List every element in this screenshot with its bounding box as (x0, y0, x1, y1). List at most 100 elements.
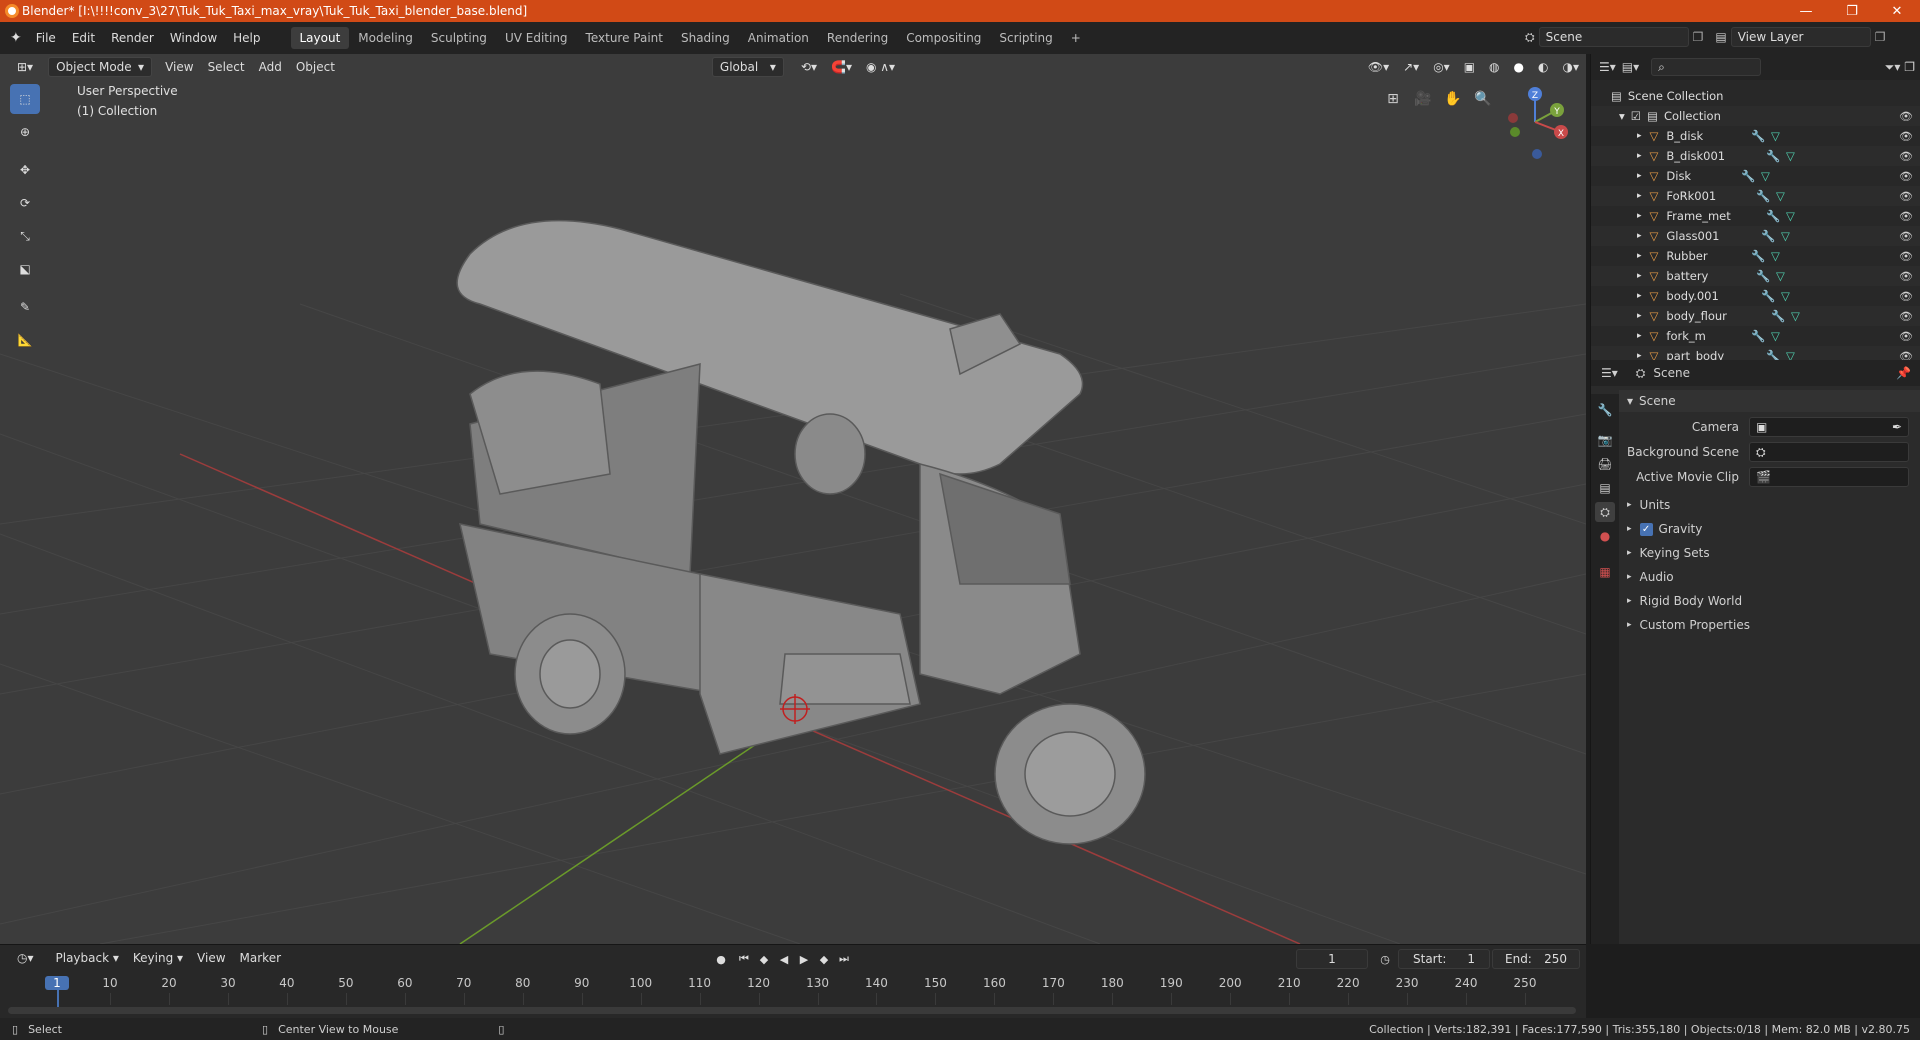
viewport-menu-object[interactable]: Object (289, 57, 342, 77)
mode-selector[interactable]: Object Mode ▾ (48, 57, 153, 77)
new-scene-icon[interactable]: ❐ (1693, 30, 1704, 44)
pin-icon[interactable]: 📌 (1896, 366, 1911, 380)
world-tab-icon[interactable]: ● (1595, 526, 1615, 546)
tab-texture-paint[interactable]: Texture Paint (577, 27, 672, 49)
modifier-wrench-icon[interactable]: 🔧 (1741, 169, 1755, 183)
tool-tab-icon[interactable]: 🔧 (1595, 400, 1615, 420)
eye-icon[interactable]: 👁 (1899, 170, 1913, 183)
select-box-tool-icon[interactable]: ⬚ (10, 84, 40, 114)
new-view-layer-icon[interactable]: ❐ (1875, 30, 1886, 44)
outliner-object-row[interactable]: ▸ ▽ B_disk001 🔧 ▽ 👁 (1591, 146, 1920, 166)
property-section-header[interactable]: ▸ Custom Properties (1619, 614, 1920, 636)
tab-scripting[interactable]: Scripting (990, 27, 1061, 49)
tab-layout[interactable]: Layout (290, 27, 350, 49)
mesh-data-icon[interactable]: ▽ (1781, 289, 1790, 303)
mesh-data-icon[interactable]: ▽ (1771, 129, 1780, 143)
output-tab-icon[interactable]: 🖨 (1595, 454, 1615, 474)
measure-tool-icon[interactable]: 📐 (10, 325, 40, 355)
expand-arrow-icon[interactable]: ▸ (1637, 191, 1642, 201)
modifier-wrench-icon[interactable]: 🔧 (1751, 249, 1765, 263)
outliner-search-input[interactable]: ⌕ (1651, 58, 1762, 76)
tab-rendering[interactable]: Rendering (818, 27, 897, 49)
expand-arrow-icon[interactable]: ▸ (1637, 231, 1642, 241)
scene-selector[interactable]: Scene (1538, 27, 1689, 47)
gizmo-toggle-icon[interactable]: ↗▾ (1396, 57, 1426, 77)
outliner-object-row[interactable]: ▸ ▽ fork_m 🔧 ▽ 👁 (1591, 326, 1920, 346)
rotate-tool-icon[interactable]: ⟳ (10, 188, 40, 218)
snap-icon[interactable]: 🧲▾ (824, 57, 859, 77)
mesh-data-icon[interactable]: ▽ (1771, 249, 1780, 263)
modifier-wrench-icon[interactable]: 🔧 (1771, 309, 1785, 323)
3d-viewport[interactable]: ⊞▾ Object Mode ▾ View Select Add Object G… (0, 54, 1586, 944)
texture-tab-icon[interactable]: ▦ (1595, 562, 1615, 582)
expand-arrow-icon[interactable]: ▸ (1637, 251, 1642, 261)
transform-orientation-dropdown[interactable]: Global ▾ (711, 57, 784, 77)
shading-solid-icon[interactable]: ● (1507, 57, 1531, 77)
visibility-icon[interactable]: 👁▾ (1361, 57, 1396, 77)
pan-view-icon[interactable]: ✋ (1440, 86, 1466, 112)
tab-compositing[interactable]: Compositing (897, 27, 990, 49)
view-layer-selector[interactable]: View Layer (1730, 27, 1871, 47)
eye-icon[interactable]: 👁 (1899, 150, 1913, 163)
mesh-data-icon[interactable]: ▽ (1781, 229, 1790, 243)
modifier-wrench-icon[interactable]: 🔧 (1756, 269, 1770, 283)
outliner-object-row[interactable]: ▸ ▽ B_disk 🔧 ▽ 👁 (1591, 126, 1920, 146)
property-section-header[interactable]: ▸ Rigid Body World (1619, 590, 1920, 612)
editor-type-icon[interactable]: ⊞▾ (10, 57, 40, 77)
property-section-header[interactable]: ▸ ✓ Gravity (1619, 518, 1920, 540)
xray-toggle-icon[interactable]: ▣ (1457, 57, 1482, 77)
active-movie-clip-field[interactable]: 🎬 (1749, 467, 1909, 487)
eye-icon[interactable]: 👁 (1899, 190, 1913, 203)
viewport-menu-view[interactable]: View (158, 57, 200, 77)
tuk-tuk-model[interactable] (456, 219, 1146, 845)
outliner-object-row[interactable]: ▸ ▽ battery 🔧 ▽ 👁 (1591, 266, 1920, 286)
minimize-button[interactable]: — (1783, 0, 1829, 22)
eye-icon[interactable]: 👁 (1899, 230, 1913, 243)
mesh-data-icon[interactable]: ▽ (1776, 189, 1785, 203)
add-workspace-button[interactable]: + (1062, 27, 1090, 49)
view-layer-tab-icon[interactable]: ▤ (1595, 478, 1615, 498)
menu-edit[interactable]: Edit (64, 27, 103, 49)
eye-icon[interactable]: 👁 (1899, 310, 1913, 323)
shading-wireframe-icon[interactable]: ◍ (1482, 57, 1506, 77)
modifier-wrench-icon[interactable]: 🔧 (1751, 129, 1765, 143)
camera-field[interactable]: ▣ ✒ (1749, 417, 1909, 437)
outliner-object-row[interactable]: ▸ ▽ Disk 🔧 ▽ 👁 (1591, 166, 1920, 186)
outliner-scene-collection[interactable]: ▤ Scene Collection (1591, 86, 1920, 106)
outliner-object-row[interactable]: ▸ ▽ Rubber 🔧 ▽ 👁 (1591, 246, 1920, 266)
scene-panel-header[interactable]: ▾ Scene (1619, 390, 1920, 412)
outliner-object-row[interactable]: ▸ ▽ body.001 🔧 ▽ 👁 (1591, 286, 1920, 306)
expand-arrow-icon[interactable]: ▸ (1637, 311, 1642, 321)
property-section-header[interactable]: ▸ Keying Sets (1619, 542, 1920, 564)
shading-rendered-icon[interactable]: ◑▾ (1556, 57, 1587, 77)
navigation-gizmo[interactable]: Z Y X (1495, 82, 1575, 162)
close-window-button[interactable]: ✕ (1874, 0, 1920, 22)
expand-arrow-icon[interactable]: ▸ (1637, 211, 1642, 221)
eye-icon[interactable]: 👁 (1899, 110, 1913, 123)
expand-arrow-icon[interactable]: ▸ (1637, 131, 1642, 141)
playhead[interactable] (57, 989, 59, 1007)
expand-arrow-icon[interactable]: ▸ (1637, 271, 1642, 281)
outliner-object-row[interactable]: ▸ ▽ Glass001 🔧 ▽ 👁 (1591, 226, 1920, 246)
move-tool-icon[interactable]: ✥ (10, 155, 40, 185)
tab-animation[interactable]: Animation (739, 27, 818, 49)
background-scene-field[interactable]: ⛭ (1749, 442, 1909, 462)
expand-arrow-icon[interactable]: ▸ (1637, 331, 1642, 341)
menu-file[interactable]: File (28, 27, 64, 49)
zoom-view-icon[interactable]: 🔍 (1470, 86, 1496, 112)
menu-help[interactable]: Help (225, 27, 268, 49)
maximize-button[interactable]: ❐ (1829, 0, 1875, 22)
tab-shading[interactable]: Shading (672, 27, 739, 49)
viewport-menu-add[interactable]: Add (252, 57, 289, 77)
cursor-tool-icon[interactable]: ⊕ (10, 117, 40, 147)
scale-tool-icon[interactable]: ⤡ (10, 221, 40, 251)
tab-modeling[interactable]: Modeling (349, 27, 422, 49)
outliner-display-mode-icon[interactable]: ▤▾ (1622, 60, 1639, 74)
modifier-wrench-icon[interactable]: 🔧 (1751, 329, 1765, 343)
modifier-wrench-icon[interactable]: 🔧 (1761, 229, 1775, 243)
outliner-object-row[interactable]: ▸ ▽ Frame_met 🔧 ▽ 👁 (1591, 206, 1920, 226)
viewport-menu-select[interactable]: Select (201, 57, 252, 77)
eye-icon[interactable]: 👁 (1899, 130, 1913, 143)
eye-icon[interactable]: 👁 (1899, 270, 1913, 283)
property-section-header[interactable]: ▸ Units (1619, 494, 1920, 516)
